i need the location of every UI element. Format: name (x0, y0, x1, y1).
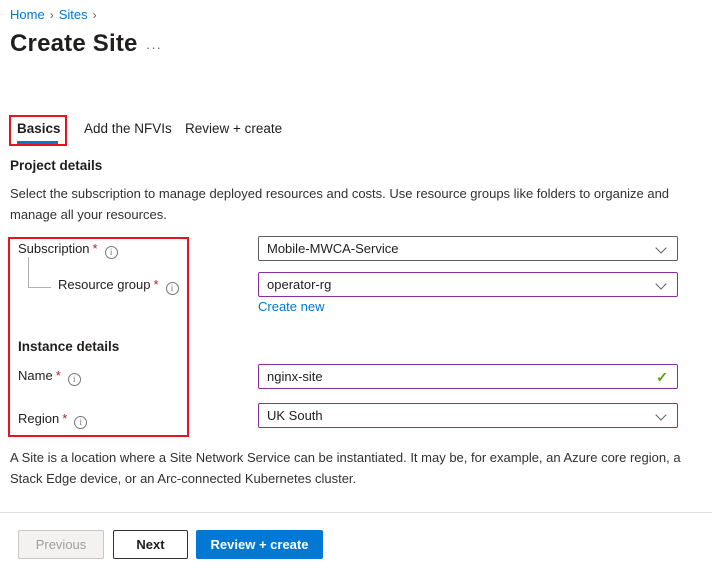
site-info-text: A Site is a location where a Site Networ… (10, 450, 681, 486)
project-details-description: Select the subscription to manage deploy… (10, 186, 670, 222)
project-details-heading: Project details (10, 158, 103, 173)
subscription-dropdown[interactable]: Mobile-MWCA-Service (258, 236, 678, 261)
page-title: Create Site (10, 30, 138, 57)
resource-group-label: Resource group * i (58, 277, 179, 295)
region-label: Region * i (18, 411, 88, 429)
tab-review-create[interactable]: Review + create (185, 121, 282, 136)
instance-details-heading: Instance details (18, 339, 120, 354)
breadcrumb-separator: › (49, 8, 54, 22)
name-field-container: ✓ (258, 364, 678, 389)
subscription-label-text: Subscription (18, 241, 90, 256)
breadcrumb-link-home[interactable]: Home (10, 7, 45, 22)
required-asterisk: * (55, 368, 61, 383)
resource-group-dropdown-value: operator-rg (267, 277, 332, 292)
next-button[interactable]: Next (113, 530, 188, 559)
chevron-down-icon (655, 278, 667, 290)
hierarchy-connector-line (28, 257, 51, 288)
region-label-text: Region (18, 411, 60, 426)
previous-button[interactable]: Previous (18, 530, 104, 559)
active-tab-underline (17, 141, 58, 144)
required-asterisk: * (92, 241, 98, 256)
region-dropdown-value: UK South (267, 408, 323, 423)
resource-group-label-text: Resource group (58, 277, 151, 292)
breadcrumb-separator: › (92, 8, 97, 22)
create-site-page: Home › Sites › Create Site ··· Basics Add t… (0, 0, 712, 585)
info-icon[interactable]: i (67, 373, 81, 386)
review-create-button[interactable]: Review + create (196, 530, 323, 559)
footer-divider (0, 512, 712, 513)
chevron-down-icon (655, 409, 667, 421)
tab-add-the-nfvis[interactable]: Add the NFVIs (84, 121, 172, 136)
more-options-icon[interactable]: ··· (146, 40, 162, 55)
required-asterisk: * (62, 411, 68, 426)
name-label: Name * i (18, 368, 81, 386)
info-icon[interactable]: i (74, 416, 88, 429)
info-icon[interactable]: i (165, 282, 179, 295)
chevron-down-icon (655, 242, 667, 254)
info-icon[interactable]: i (104, 246, 118, 259)
valid-checkmark-icon: ✓ (656, 369, 668, 385)
region-dropdown[interactable]: UK South (258, 403, 678, 428)
resource-group-dropdown[interactable]: operator-rg (258, 272, 678, 297)
subscription-dropdown-value: Mobile-MWCA-Service (267, 241, 399, 256)
create-new-link[interactable]: Create new (258, 299, 324, 314)
tab-basics[interactable]: Basics (17, 121, 61, 136)
name-input[interactable] (267, 369, 649, 384)
breadcrumb-link-sites[interactable]: Sites (59, 7, 88, 22)
name-label-text: Name (18, 368, 53, 383)
breadcrumb: Home › Sites › (10, 7, 102, 22)
required-asterisk: * (153, 277, 159, 292)
